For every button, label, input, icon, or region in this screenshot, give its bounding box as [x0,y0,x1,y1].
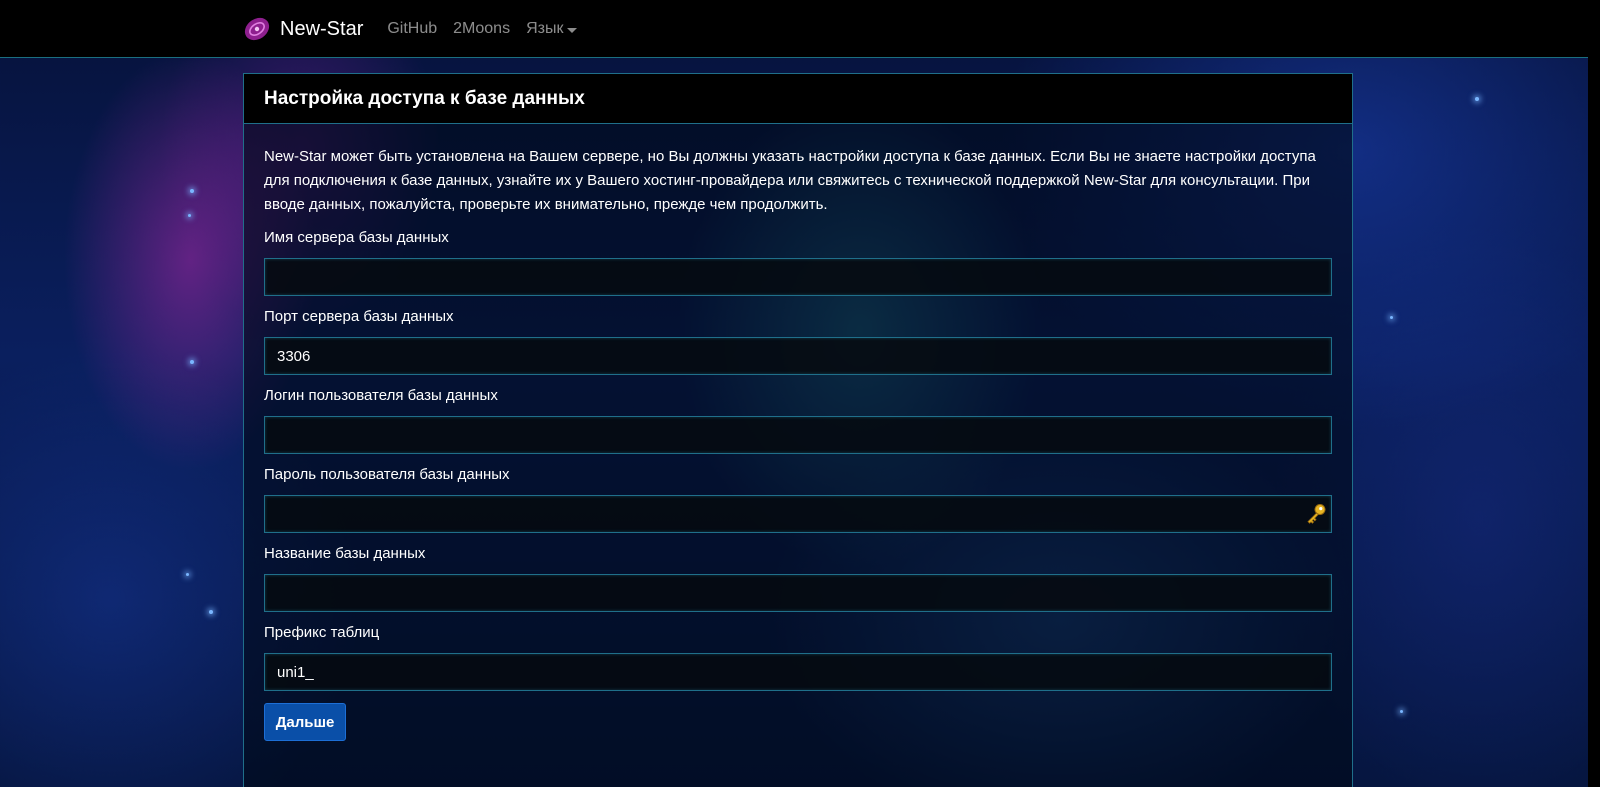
host-input[interactable] [264,258,1332,296]
prefix-label: Префикс таблиц [264,624,380,641]
port-field-group: Порт сервера базы данных [264,307,1332,375]
port-label: Порт сервера базы данных [264,308,454,325]
user-field-group: Логин пользователя базы данных [264,386,1332,454]
nav-link-2moons[interactable]: 2Moons [453,20,510,38]
intro-text: New-Star может быть установлена на Вашем… [264,148,1316,213]
password-input-wrap [264,495,1332,533]
dbname-input[interactable] [264,574,1332,612]
language-dropdown[interactable]: Язык [526,20,578,38]
key-icon[interactable] [1304,502,1328,526]
page-title: Настройка доступа к базе данных [264,87,585,109]
top-navbar: New-Star GitHub 2Moons Язык [0,0,1600,58]
user-label: Логин пользователя базы данных [264,387,498,404]
card-header: Настройка доступа к базе данных [244,74,1352,124]
password-input[interactable] [264,495,1332,533]
page-scrollbar[interactable] [1588,0,1600,787]
host-label: Имя сервера базы данных [264,229,449,246]
brand-link[interactable]: New-Star [242,14,363,44]
dbname-field-group: Название базы данных [264,544,1332,612]
prefix-field-group: Префикс таблиц [264,623,1332,691]
password-field-group: Пароль пользователя базы данных [264,465,1332,533]
user-input[interactable] [264,416,1332,454]
host-field-group: Имя сервера базы данных [264,228,1332,296]
db-settings-card: Настройка доступа к базе данных New-Star… [243,73,1353,787]
card-body: New-Star может быть установлена на Вашем… [244,124,1352,741]
brand-name: New-Star [280,17,364,40]
next-button[interactable]: Дальше [264,703,346,741]
nav-link-github[interactable]: GitHub [387,20,437,38]
prefix-input[interactable] [264,653,1332,691]
dbname-label: Название базы данных [264,545,426,562]
port-input[interactable] [264,337,1332,375]
language-dropdown-label: Язык [526,20,564,37]
galaxy-logo-icon [244,17,270,41]
password-label: Пароль пользователя базы данных [264,466,510,483]
caret-down-icon [567,27,578,33]
